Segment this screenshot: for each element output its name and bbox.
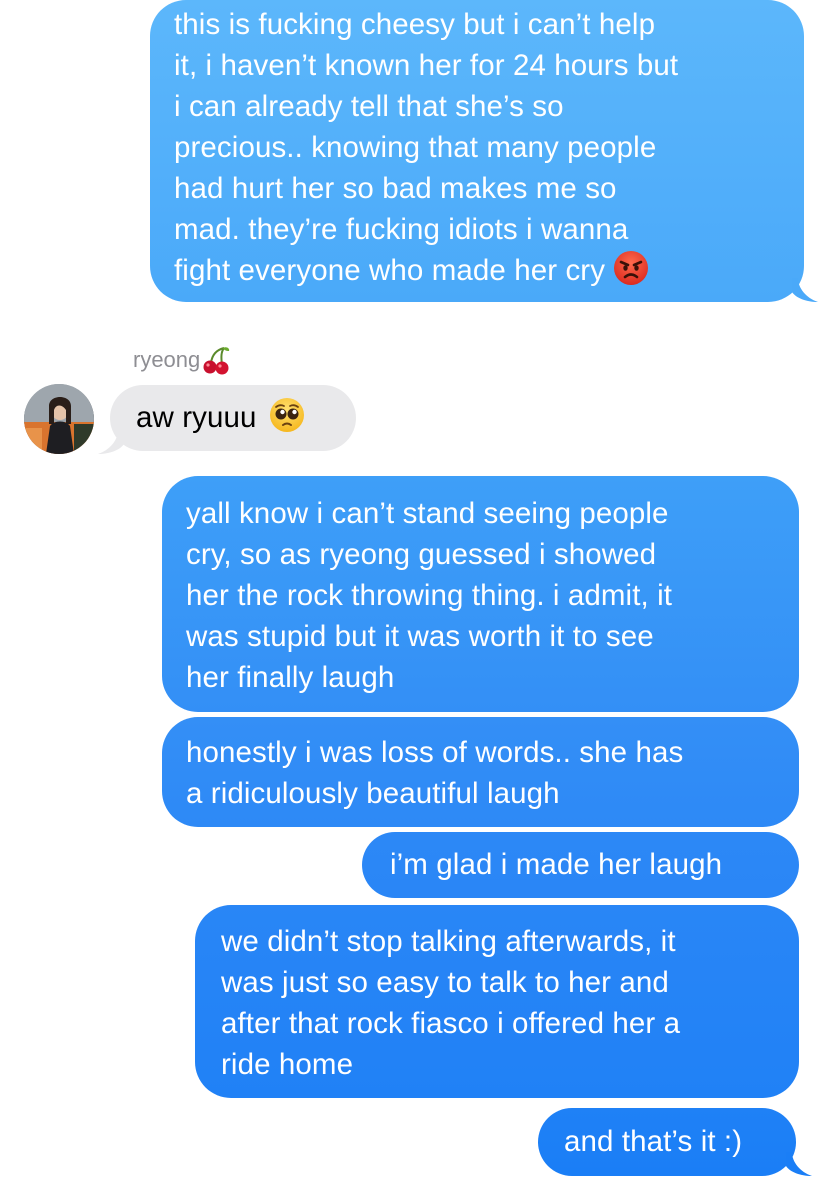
message-line: i’m glad i made her laugh (390, 848, 723, 881)
cherries-icon (203, 347, 230, 375)
message-line: yall know i can’t stand seeing people (186, 497, 669, 530)
sender-name: ryeong (133, 345, 232, 375)
pleading-face-icon (269, 398, 304, 432)
bubble-tail (786, 1152, 812, 1176)
outgoing-message-bubble[interactable]: this is fucking cheesy but i can’t help … (150, 0, 804, 302)
message-line: after that rock fiasco i offered her a (221, 1007, 681, 1040)
message-line: mad. they’re fucking idiots i wanna (174, 213, 629, 246)
incoming-message-bubble[interactable]: aw ryuuu (110, 385, 356, 451)
message-line: had hurt her so bad makes me so (174, 172, 617, 205)
message-line: was stupid but it was worth it to see (186, 620, 654, 653)
message-line: aw ryuuu (136, 397, 332, 438)
bubble-tail (792, 278, 818, 302)
message-line: it, i haven’t known her for 24 hours but (174, 49, 679, 82)
message-line: and that’s it :) (564, 1125, 743, 1158)
angry-face-icon (614, 251, 649, 285)
outgoing-message-bubble[interactable]: i’m glad i made her laugh (362, 832, 799, 898)
message-line: her the rock throwing thing. i admit, it (186, 579, 673, 612)
message-line: a ridiculously beautiful laugh (186, 777, 560, 810)
message-line: cry, so as ryeong guessed i showed (186, 538, 657, 571)
message-line: i can already tell that she’s so (174, 90, 564, 123)
outgoing-message-bubble[interactable]: honestly i was loss of words.. she has a… (162, 717, 799, 827)
message-text: fight everyone who made her cry (174, 254, 606, 287)
message-text: aw ryuuu (136, 401, 257, 434)
message-line: precious.. knowing that many people (174, 131, 657, 164)
message-line: fight everyone who made her cry (174, 250, 780, 291)
message-line: ride home (221, 1048, 354, 1081)
message-line: was just so easy to talk to her and (221, 966, 669, 999)
message-line: her finally laugh (186, 661, 395, 694)
message-line: we didn’t stop talking afterwards, it (221, 925, 676, 958)
sender-name-text: ryeong (133, 347, 201, 372)
message-line: this is fucking cheesy but i can’t help (174, 8, 656, 41)
outgoing-message-bubble[interactable]: yall know i can’t stand seeing people cr… (162, 476, 799, 712)
avatar[interactable] (24, 384, 94, 454)
avatar-photo (24, 384, 94, 454)
outgoing-message-bubble[interactable]: and that’s it :) (538, 1108, 796, 1176)
outgoing-message-bubble[interactable]: we didn’t stop talking afterwards, it wa… (195, 905, 799, 1098)
bubble-tail (98, 430, 124, 454)
message-line: honestly i was loss of words.. she has (186, 736, 684, 769)
